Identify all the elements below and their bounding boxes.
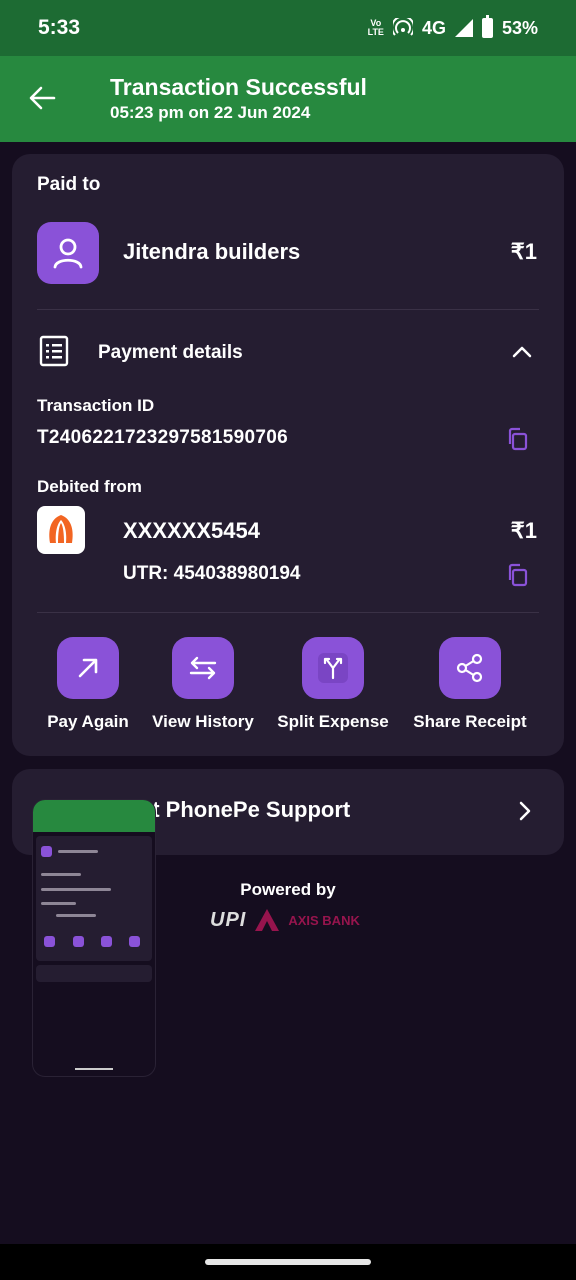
thumbnail-action (129, 936, 140, 947)
thumbnail-text (58, 850, 98, 853)
bank-logo (37, 506, 85, 554)
view-history-icon-button[interactable] (172, 637, 234, 699)
chevron-up-icon[interactable] (510, 340, 534, 364)
battery-percent: 53% (501, 17, 538, 38)
share-receipt-icon-button[interactable] (439, 637, 501, 699)
network-type: 4G (421, 17, 446, 38)
view-history-button[interactable]: View History (138, 637, 268, 732)
battery-icon (481, 15, 493, 38)
receipt-list-icon (39, 335, 69, 367)
transaction-datetime: 05:23 pm on 22 Jun 2024 (110, 103, 311, 122)
debited-from-label: Debited from (37, 477, 142, 496)
utr-number: UTR: 454038980194 (123, 563, 301, 584)
status-icons: Vo LTE 4G 53% (367, 15, 538, 39)
copy-icon[interactable] (506, 427, 528, 451)
share-receipt-button[interactable]: Share Receipt (405, 637, 535, 732)
screenshot-thumbnail[interactable] (33, 800, 155, 1076)
thumbnail-avatar (41, 846, 52, 857)
thumbnail-home-bar (75, 1068, 113, 1070)
split-icon (318, 653, 348, 683)
page-title: Transaction Successful (110, 74, 367, 100)
payee-amount: ₹1 (510, 239, 537, 264)
thumbnail-text (41, 888, 111, 891)
split-expense-label: Split Expense (277, 712, 389, 731)
thumbnail-text (41, 902, 76, 905)
thumbnail-action (73, 936, 84, 947)
hotspot-icon (392, 18, 413, 36)
volte-icon: Vo LTE (367, 18, 384, 37)
person-icon (53, 238, 83, 269)
back-button[interactable] (24, 80, 60, 116)
chevron-right-icon (519, 801, 531, 821)
app-bar: Transaction Successful 05:23 pm on 22 Ju… (0, 56, 576, 142)
bank-of-baroda-icon (49, 515, 73, 543)
swap-arrows-icon (189, 656, 217, 680)
partner-logos: UPI AXIS BANK (210, 908, 360, 932)
thumbnail-header (33, 800, 155, 832)
status-time: 5:33 (38, 16, 81, 39)
transaction-id: T2406221723297581590706 (37, 427, 288, 448)
thumbnail-action (44, 936, 55, 947)
thumbnail-action (101, 936, 112, 947)
view-history-label: View History (152, 712, 254, 731)
back-arrow-icon (29, 86, 56, 110)
arrow-up-right-icon (78, 658, 98, 678)
thumbnail-text (56, 914, 96, 917)
divider (37, 309, 539, 310)
share-receipt-label: Share Receipt (413, 712, 527, 731)
thumbnail-card (36, 836, 152, 961)
divider (37, 612, 539, 613)
upi-logo: UPI (210, 908, 247, 931)
pay-again-icon-button[interactable] (57, 637, 119, 699)
thumbnail-text (41, 873, 81, 876)
home-gesture-bar[interactable] (205, 1259, 371, 1265)
share-icon (456, 653, 483, 683)
payee-avatar (37, 222, 99, 284)
split-expense-button[interactable]: Split Expense (268, 637, 398, 732)
debited-amount: ₹1 (510, 518, 537, 543)
status-bar: 5:33 Vo LTE 4G 53% (0, 0, 576, 56)
transaction-id-label: Transaction ID (37, 396, 155, 415)
axis-bank-logo: AXIS BANK (288, 912, 360, 928)
axis-bank-icon (255, 909, 280, 931)
thumbnail-support-row (36, 965, 152, 982)
payment-details-title: Payment details (98, 342, 243, 363)
transaction-card: Paid to Jitendra builders ₹1 Payment det… (12, 154, 564, 756)
payee-name: Jitendra builders (123, 239, 301, 264)
paid-to-label: Paid to (37, 174, 101, 195)
split-expense-icon-button[interactable] (302, 637, 364, 699)
copy-icon[interactable] (506, 563, 528, 587)
signal-icon (454, 19, 473, 37)
debited-account: XXXXXX5454 (123, 518, 260, 543)
pay-again-label: Pay Again (47, 712, 129, 731)
pay-again-button[interactable]: Pay Again (23, 637, 153, 732)
